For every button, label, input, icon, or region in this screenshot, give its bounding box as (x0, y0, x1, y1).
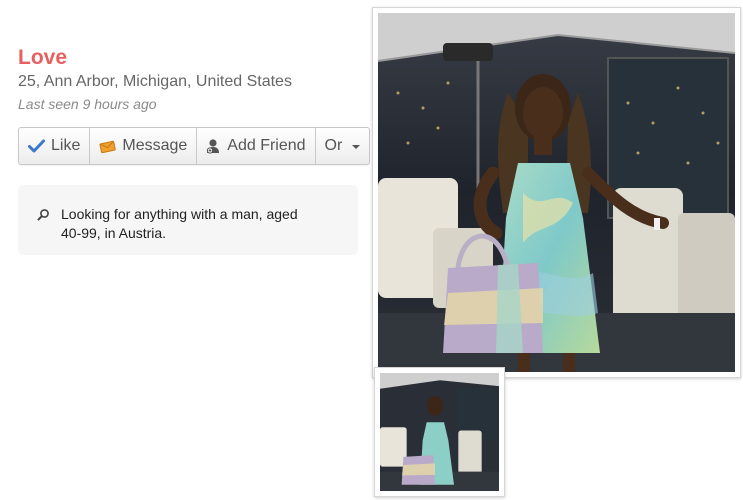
looking-for-panel: Looking for anything with a man, aged 40… (18, 185, 358, 255)
envelope-icon (99, 140, 117, 153)
like-button-label: Like (51, 137, 81, 154)
photo-thumbnail[interactable] (374, 367, 505, 497)
add-friend-button[interactable]: Add Friend (197, 128, 316, 164)
search-icon (37, 208, 50, 226)
profile-action-buttons: Like Message Add Friend Or (18, 127, 371, 165)
message-button-label: Message (122, 137, 188, 154)
like-button[interactable]: Like (19, 128, 91, 164)
last-seen-text: Last seen 9 hours ago (18, 96, 157, 112)
profile-photo-image (378, 13, 735, 372)
add-friend-button-label: Add Friend (227, 137, 306, 154)
checkmark-icon (28, 139, 45, 153)
main-profile-photo[interactable] (372, 7, 741, 378)
more-options-label: Or (324, 137, 343, 154)
profile-name: Love (18, 46, 68, 69)
add-friend-icon (206, 138, 221, 154)
message-button[interactable]: Message (90, 128, 198, 164)
photo-thumbnail-image (380, 373, 499, 491)
profile-location: 25, Ann Arbor, Michigan, United States (18, 73, 292, 90)
looking-for-text: Looking for anything with a man, aged 40… (61, 206, 298, 241)
caret-down-icon (352, 145, 361, 149)
more-options-dropdown[interactable]: Or (316, 128, 370, 164)
